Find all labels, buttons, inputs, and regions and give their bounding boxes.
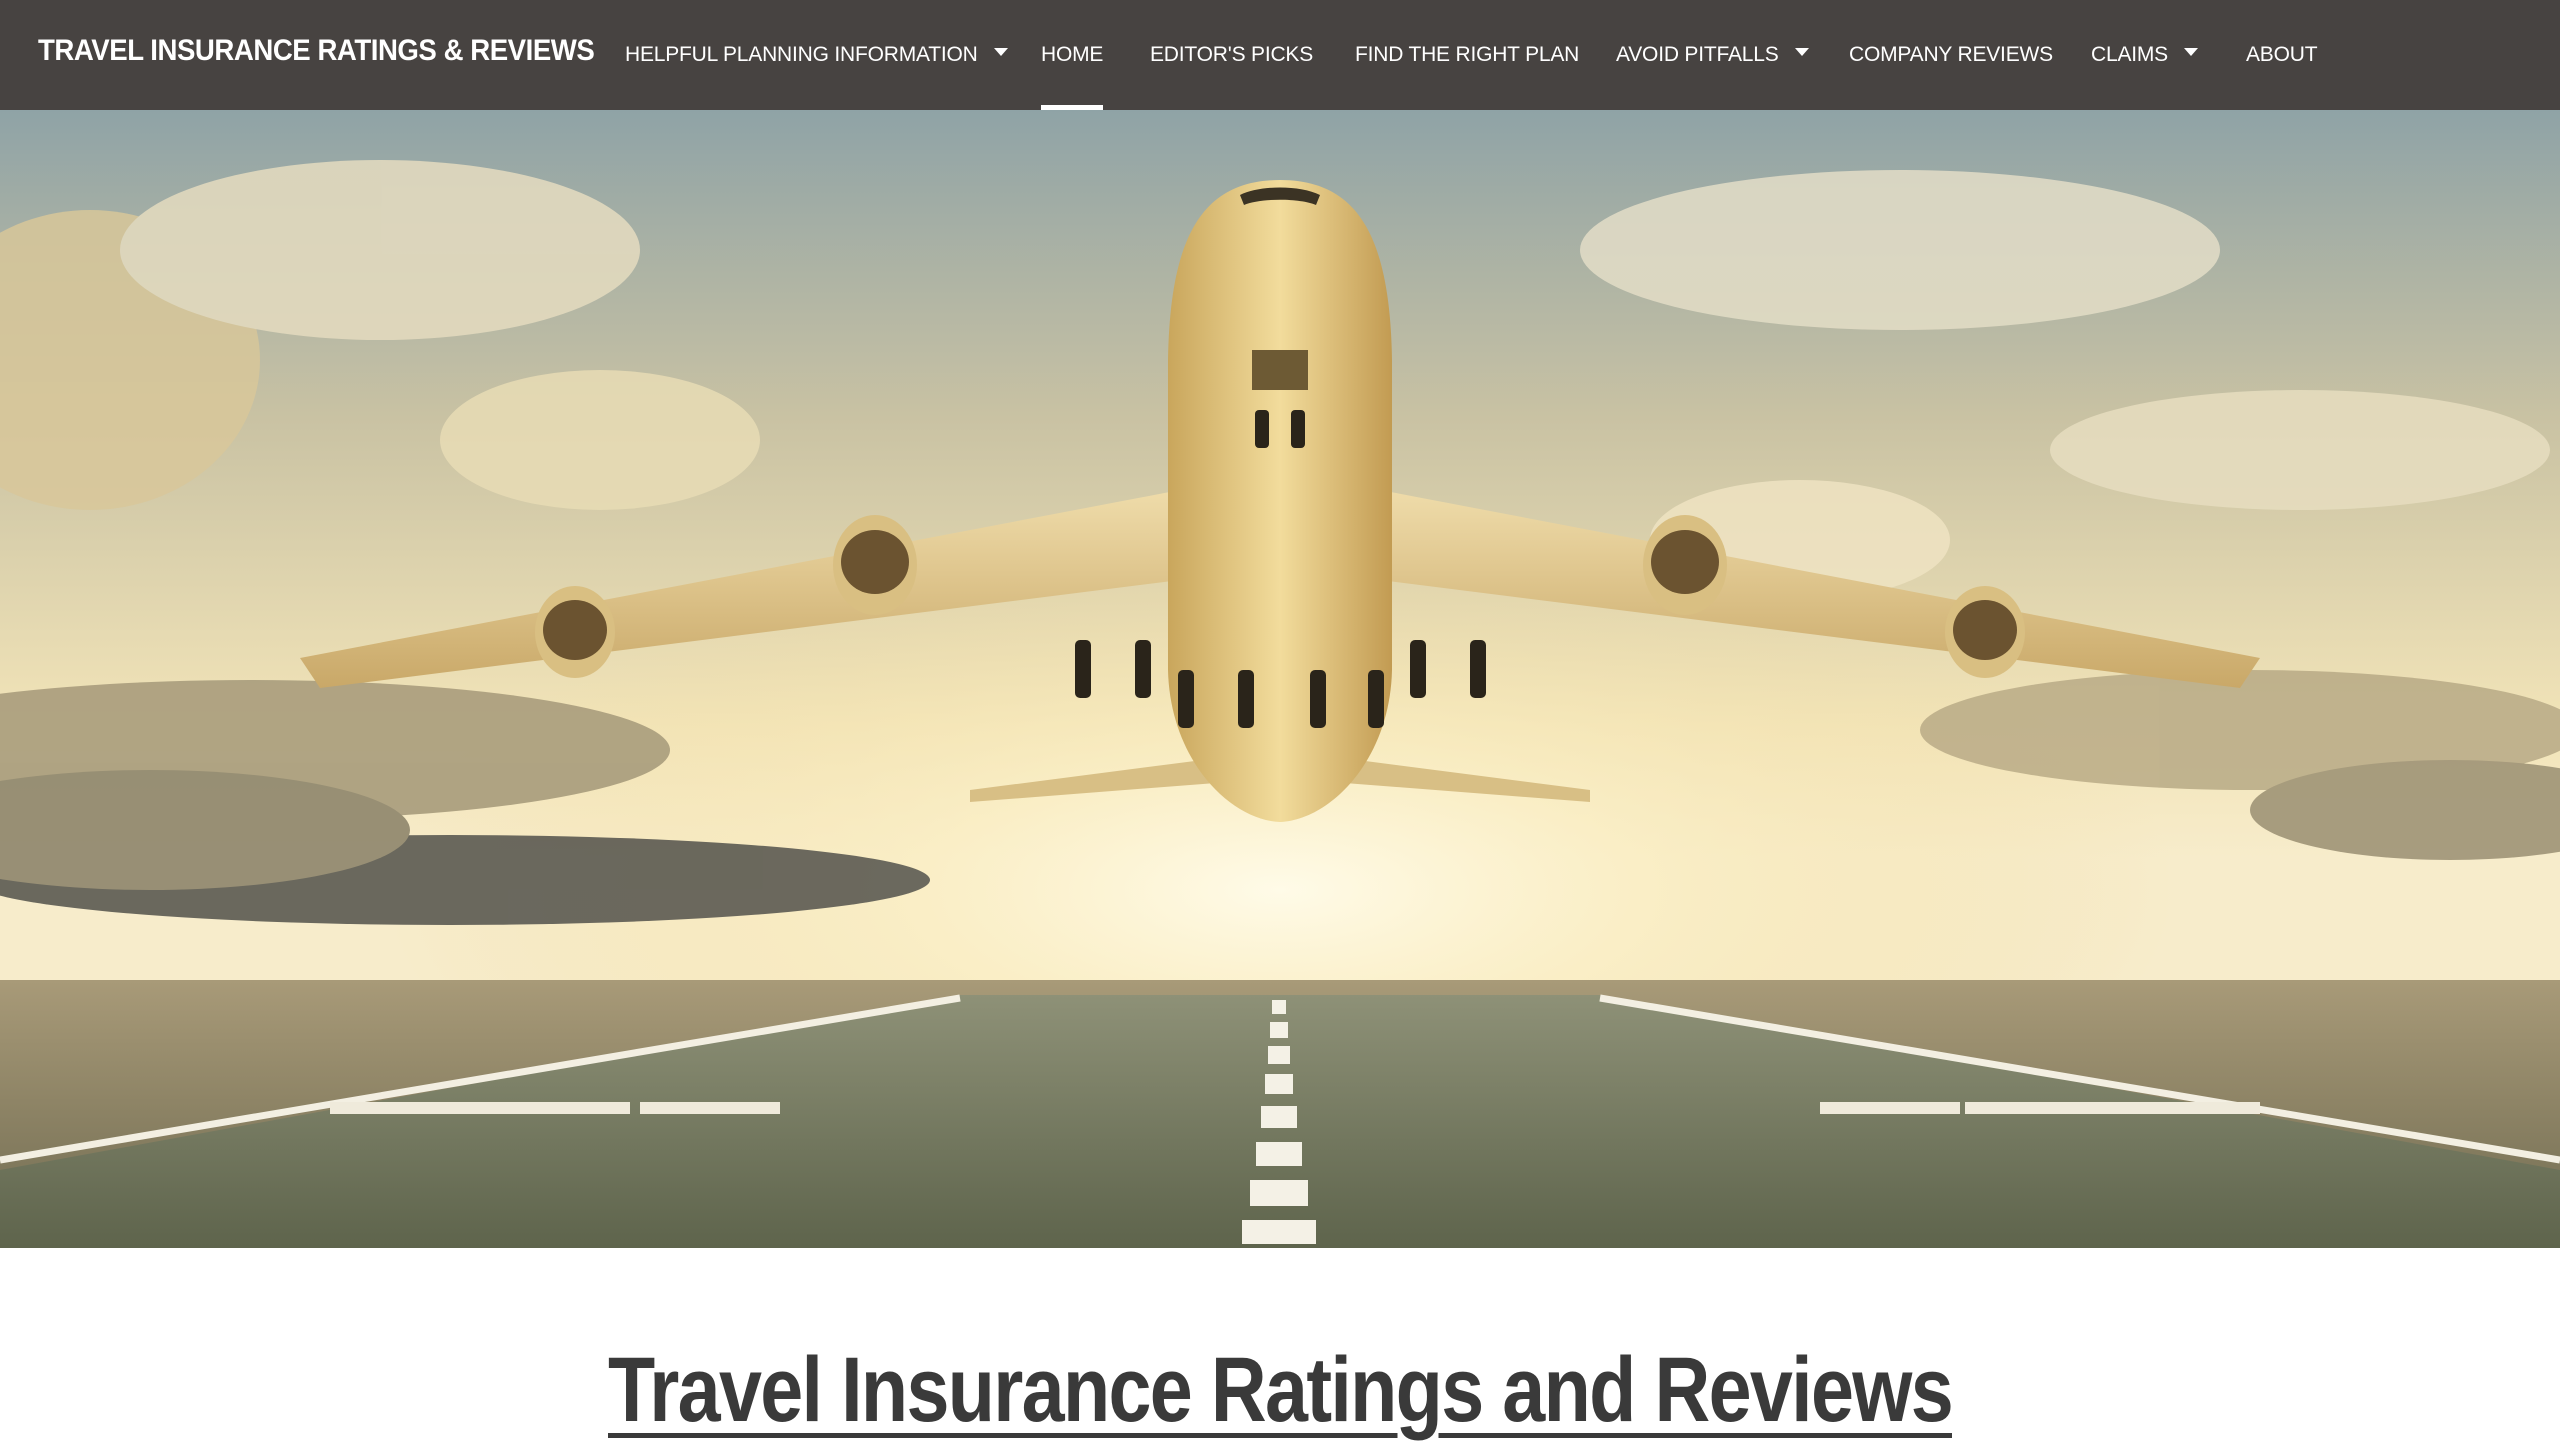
nav-item-label: HOME (1041, 43, 1104, 66)
nav-item-label: CLAIMS (2091, 43, 2168, 66)
nav-item-company-reviews[interactable]: COMPANY REVIEWS (1849, 0, 2053, 110)
nav-item-helpful-planning-information[interactable]: HELPFUL PLANNING INFORMATION (625, 0, 1008, 110)
top-navbar: TRAVEL INSURANCE RATINGS & REVIEWS HELPF… (0, 0, 2560, 110)
nav-item-label: COMPANY REVIEWS (1849, 43, 2053, 66)
nav-item-avoid-pitfalls[interactable]: AVOID PITFALLS (1616, 0, 1809, 110)
nav-item-label: EDITOR'S PICKS (1150, 43, 1314, 66)
nav-item-label: HELPFUL PLANNING INFORMATION (625, 43, 978, 66)
site-title-link[interactable]: TRAVEL INSURANCE RATINGS & REVIEWS (38, 34, 595, 68)
nav-item-editors-picks[interactable]: EDITOR'S PICKS (1150, 0, 1313, 110)
chevron-down-icon (1794, 48, 1809, 56)
airplane-takeoff-image (0, 110, 2560, 1248)
chevron-down-icon (993, 48, 1008, 56)
nav-item-find-the-right-plan[interactable]: FIND THE RIGHT PLAN (1355, 0, 1579, 110)
nav-item-claims[interactable]: CLAIMS (2091, 0, 2198, 110)
page-headline-text: Travel Insurance Ratings and Reviews (608, 1338, 1954, 1441)
page-headline[interactable]: Travel Insurance Ratings and Reviews (0, 1338, 2560, 1443)
chevron-down-icon (2184, 48, 2198, 56)
nav-item-label: FIND THE RIGHT PLAN (1355, 43, 1580, 66)
nav-item-label: AVOID PITFALLS (1616, 43, 1779, 66)
nav-item-home[interactable]: HOME (1041, 0, 1104, 110)
nav-item-about[interactable]: ABOUT (2246, 0, 2318, 110)
hero-banner (0, 110, 2560, 1248)
nav-item-label: ABOUT (2246, 43, 2318, 66)
